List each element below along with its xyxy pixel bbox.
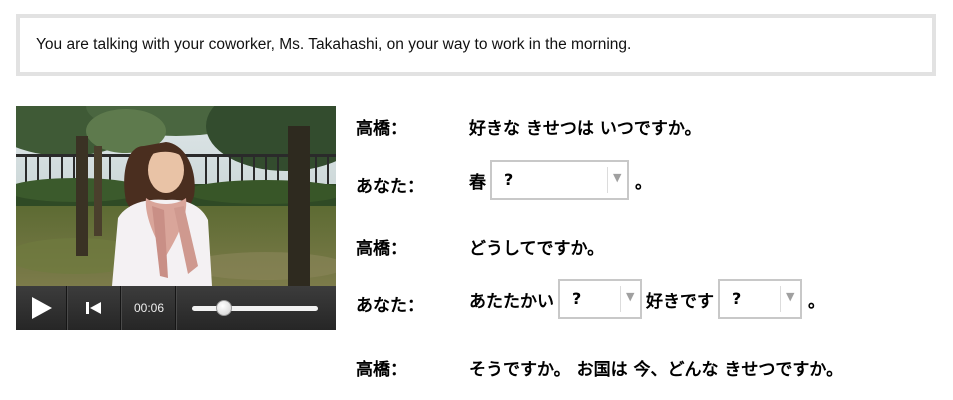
dialogue-text: 好きです	[646, 291, 714, 312]
dialogue-line-1: 好きな きせつは いつですか。	[469, 114, 702, 139]
seek-bar[interactable]	[192, 300, 318, 316]
control-divider	[175, 286, 177, 330]
play-icon	[32, 297, 52, 319]
instruction-text: You are talking with your coworker, Ms. …	[36, 36, 632, 53]
answer-select-3[interactable]: ? ▼	[718, 279, 802, 319]
select-divider	[607, 167, 608, 193]
dialogue-line-3: どうしてですか。	[469, 234, 604, 259]
answer-select-2[interactable]: ? ▼	[558, 279, 642, 319]
chevron-down-icon: ▼	[626, 290, 635, 303]
dialogue-text: そうですか。 お国は 今、どんな きせつですか。	[469, 360, 844, 380]
control-divider	[120, 286, 122, 330]
video-frame	[16, 106, 336, 286]
speaker-label: 高橋：	[356, 119, 407, 139]
chevron-down-icon: ▼	[786, 290, 795, 303]
dialogue-line-4: あたたかい ? ▼ 好きです ? ▼ 。	[469, 279, 825, 319]
speaker-label: あなた：	[356, 296, 424, 316]
video-player[interactable]: 00:06	[16, 106, 336, 330]
speaker-label: 高橋：	[356, 239, 407, 259]
dialogue-line-5: そうですか。 お国は 今、どんな きせつですか。	[469, 355, 843, 380]
speaker-label: あなた：	[356, 177, 424, 197]
select-value: ?	[572, 289, 582, 308]
dialogue-text: 好きな きせつは いつですか。	[469, 119, 702, 139]
select-divider	[620, 286, 621, 312]
speaker-label: 高橋：	[356, 360, 407, 380]
restart-button[interactable]	[68, 286, 120, 330]
skip-back-icon	[86, 302, 101, 314]
dialogue-line-2: 春 ? ▼ 。	[469, 160, 652, 200]
dialogue-text: 。	[808, 291, 825, 312]
select-divider	[780, 286, 781, 312]
play-button[interactable]	[16, 286, 66, 330]
time-display: 00:06	[133, 301, 165, 315]
instruction-box: You are talking with your coworker, Ms. …	[16, 14, 936, 76]
dialogue-text: あたたかい	[469, 291, 554, 312]
seek-handle[interactable]	[215, 300, 232, 316]
answer-select-1[interactable]: ? ▼	[490, 160, 629, 200]
controls-bar: 00:06	[16, 286, 336, 330]
select-value: ?	[504, 170, 514, 189]
chevron-down-icon: ▼	[613, 171, 622, 184]
dialogue-text: 春	[469, 172, 486, 193]
select-value: ?	[732, 289, 742, 308]
dialogue-text: どうしてですか。	[469, 239, 605, 259]
dialogue-text: 。	[635, 172, 652, 193]
